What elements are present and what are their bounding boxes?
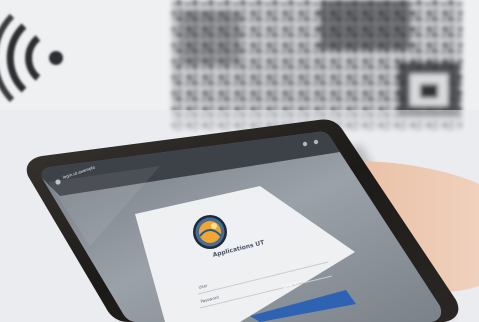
password-label: Password <box>200 294 220 304</box>
url-text: login.ut.example <box>62 164 96 180</box>
screen-text-layer: login.ut.example Applications UT User Pa… <box>0 0 479 322</box>
login-button-label[interactable]: Log in <box>262 272 319 297</box>
app-title: Applications UT <box>212 239 266 259</box>
username-label: User <box>198 282 209 290</box>
photo-scene: login.ut.example Applications UT User Pa… <box>0 0 479 322</box>
